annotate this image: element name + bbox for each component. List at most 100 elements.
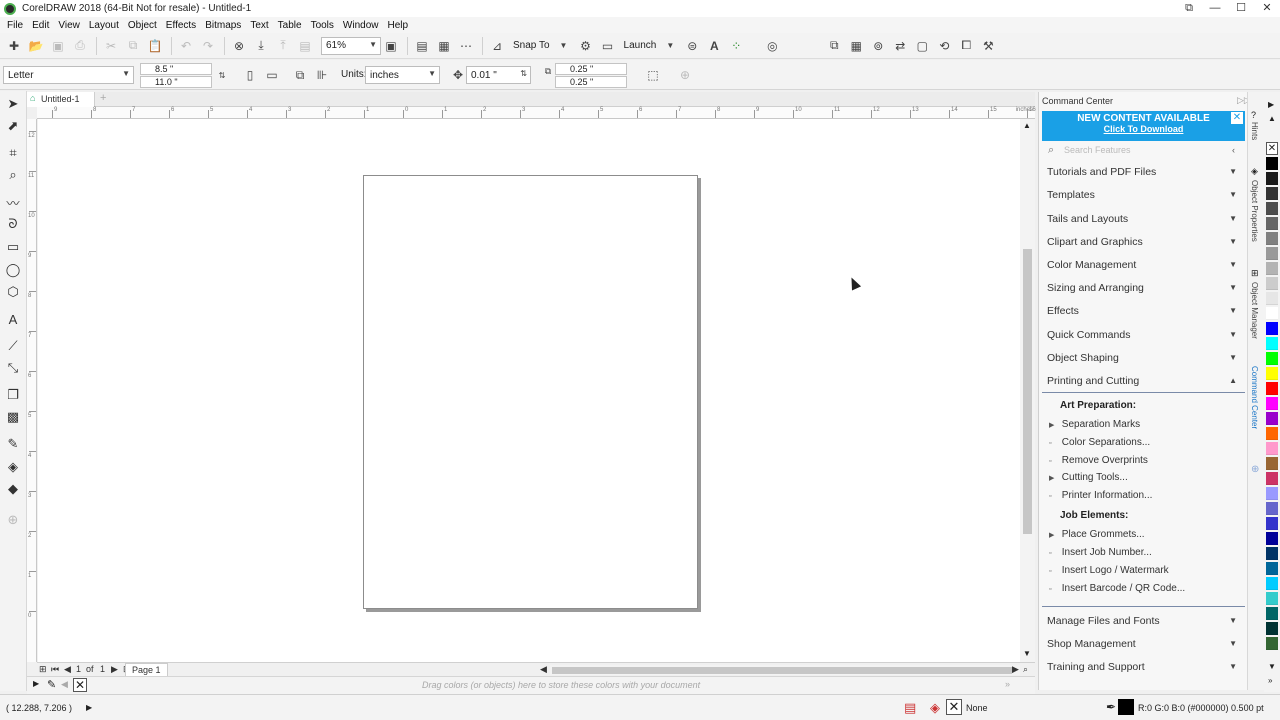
no-color-swatch-icon[interactable]: ✕ xyxy=(1266,142,1278,155)
restore-panel-icon[interactable]: ⧉ xyxy=(1176,0,1202,17)
color-swatch[interactable] xyxy=(1266,622,1278,635)
item-cutting-tools[interactable]: ▶ Cutting Tools... xyxy=(1049,472,1128,483)
scroll-down-icon[interactable]: ▼ xyxy=(1268,662,1276,671)
item-insert-barcode[interactable]: ▫ Insert Barcode / QR Code... xyxy=(1049,583,1185,594)
section-tutorials[interactable]: Tutorials and PDF Files ▼ xyxy=(1042,161,1245,183)
page-height-field[interactable]: 11.0 " xyxy=(140,76,212,88)
menu-layout[interactable]: Layout xyxy=(89,20,119,31)
eyedropper-tool-icon[interactable]: ✎ xyxy=(4,435,22,453)
add-page-before-icon[interactable]: ⊞ xyxy=(39,664,47,675)
item-insert-job-number[interactable]: ▫ Insert Job Number... xyxy=(1049,547,1152,558)
horizontal-scrollbar[interactable] xyxy=(550,665,1020,675)
color-swatch[interactable] xyxy=(1266,322,1278,335)
color-swatch[interactable] xyxy=(1266,232,1278,245)
pick-tool-icon[interactable]: ➤ xyxy=(4,95,22,113)
options-gear-icon[interactable]: ⚙ xyxy=(576,36,596,56)
show-grid-icon[interactable]: ▦ xyxy=(434,36,454,56)
item-insert-logo-watermark[interactable]: ▫ Insert Logo / Watermark xyxy=(1049,565,1169,576)
transform-icon[interactable]: ⇄ xyxy=(890,36,910,56)
scroll-down-icon[interactable]: ▼ xyxy=(1023,649,1031,658)
item-printer-information[interactable]: ▫ Printer Information... xyxy=(1049,490,1152,501)
all-pages-icon[interactable]: ⧉ xyxy=(290,65,310,85)
new-document-icon[interactable]: ✚ xyxy=(4,36,24,56)
docker-tab-command-center[interactable]: Command Center xyxy=(1250,366,1259,429)
item-separation-marks[interactable]: ▶ Separation Marks xyxy=(1049,419,1140,430)
color-swatch[interactable] xyxy=(1266,637,1278,650)
freehand-tool-icon[interactable]: 〰 xyxy=(4,193,22,211)
scroll-left-icon[interactable]: ◀ xyxy=(61,679,68,690)
scroll-right-icon[interactable]: ▶ xyxy=(1012,664,1019,675)
page-1-tab[interactable]: Page 1 xyxy=(125,663,168,676)
snap-to-icon[interactable]: ⊿ xyxy=(487,36,507,56)
paste-icon[interactable]: 📋 xyxy=(145,36,165,56)
color-swatch[interactable] xyxy=(1266,412,1278,425)
color-swatch[interactable] xyxy=(1266,472,1278,485)
undo-icon[interactable]: ↶ xyxy=(176,36,196,56)
import-icon[interactable]: ⤓ xyxy=(251,36,271,56)
minimize-button[interactable]: — xyxy=(1202,0,1228,17)
parallel-dimension-icon[interactable]: ⟋ xyxy=(4,337,22,355)
zoom-level-combo[interactable]: 61% ▼ xyxy=(321,36,381,55)
export-icon[interactable]: ⤒ xyxy=(273,36,293,56)
docker-tab-object-properties[interactable]: Object Properties xyxy=(1250,180,1259,242)
nudge-distance-field[interactable]: 0.01 " ⇅ xyxy=(466,66,531,84)
color-swatch[interactable] xyxy=(1266,577,1278,590)
page-width-field[interactable]: 8.5 " xyxy=(140,63,212,75)
convert-icon[interactable]: ⟲ xyxy=(934,36,954,56)
status-flyout-icon[interactable]: ▶ xyxy=(86,703,92,712)
color-swatch[interactable] xyxy=(1266,502,1278,515)
menu-table[interactable]: Table xyxy=(278,20,302,31)
scroll-up-icon[interactable]: ▲ xyxy=(1023,121,1031,130)
color-swatch[interactable] xyxy=(1266,262,1278,275)
open-folder-icon[interactable]: 📂 xyxy=(26,36,46,56)
color-swatch[interactable] xyxy=(1266,307,1278,320)
current-page-icon[interactable]: ⊪ xyxy=(312,65,332,85)
menu-view[interactable]: View xyxy=(58,20,80,31)
launch-label[interactable]: Launch xyxy=(624,40,657,51)
color-swatch[interactable] xyxy=(1266,517,1278,530)
portrait-icon[interactable]: ▯ xyxy=(240,65,260,85)
section-shop-management[interactable]: Shop Management ▼ xyxy=(1042,633,1245,655)
transparency-tool-icon[interactable]: ▩ xyxy=(4,408,22,426)
palette-more-icon[interactable]: » xyxy=(1268,676,1272,685)
ellipse-tool-icon[interactable]: ◯ xyxy=(4,261,22,279)
new-content-banner[interactable]: NEW CONTENT AVAILABLE Click To Download … xyxy=(1042,111,1245,141)
drop-shadow-icon[interactable]: ❐ xyxy=(4,386,22,404)
effects-icon[interactable]: ⊚ xyxy=(868,36,888,56)
color-swatch[interactable] xyxy=(1266,442,1278,455)
fill-none-swatch-icon[interactable]: ✕ xyxy=(946,699,962,715)
vertical-ruler[interactable]: 12 11 10 9 8 7 6 5 4 3 2 1 0 xyxy=(27,119,37,662)
welcome-screen-icon[interactable]: ◎ xyxy=(762,36,782,56)
docker-tab-hints[interactable]: Hints xyxy=(1250,122,1259,140)
full-screen-preview-icon[interactable]: ▣ xyxy=(381,36,401,56)
arrange-icon[interactable]: ⧉ xyxy=(824,36,844,56)
new-tab-plus-icon[interactable]: + xyxy=(100,92,106,104)
banner-download-link[interactable]: Click To Download xyxy=(1042,124,1245,134)
document-palette[interactable]: ▶ ✎ ◀ ✕ Drag colors (or objects) here to… xyxy=(27,676,1035,694)
color-swatch[interactable] xyxy=(1266,202,1278,215)
publish-pdf-icon[interactable]: ▤ xyxy=(295,36,315,56)
item-remove-overprints[interactable]: ▫ Remove Overprints xyxy=(1049,455,1148,466)
dimension-lock-icon[interactable]: ⇅ xyxy=(212,65,232,85)
color-swatch[interactable] xyxy=(1266,382,1278,395)
fit-page-icon[interactable]: ▢ xyxy=(912,36,932,56)
page-size-combo[interactable]: Letter ▼ xyxy=(3,66,134,84)
horizontal-ruler[interactable]: inches 9 8 7 6 5 4 3 2 1 0 1 2 3 4 5 6 7 8 9 10 11 12 13 14 15 16… xyxy=(37,107,1075,119)
rectangle-tool-icon[interactable]: ▭ xyxy=(4,238,22,256)
close-button[interactable]: ✕ xyxy=(1254,0,1280,17)
smart-fill-icon[interactable]: ◆ xyxy=(4,480,22,498)
menu-text[interactable]: Text xyxy=(250,20,268,31)
item-place-grommets[interactable]: ▶ Place Grommets... xyxy=(1049,529,1145,540)
search-features-input[interactable]: ⌕ Search Features ‹ xyxy=(1042,142,1245,158)
docker-tab-object-manager[interactable]: Object Manager xyxy=(1250,282,1259,339)
color-swatch[interactable] xyxy=(1266,607,1278,620)
show-guidelines-icon[interactable]: ⋯ xyxy=(456,36,476,56)
print-icon[interactable]: ⎙ xyxy=(70,36,90,56)
color-swatch[interactable] xyxy=(1266,352,1278,365)
vertical-scrollbar[interactable]: ▲ ▼ xyxy=(1020,119,1035,662)
scroll-left-icon[interactable]: ◀ xyxy=(540,664,547,675)
chevron-left-icon[interactable]: ‹ xyxy=(1232,142,1235,158)
color-swatch[interactable] xyxy=(1266,487,1278,500)
search-content-icon[interactable]: ⊗ xyxy=(229,36,249,56)
group-icon[interactable]: ▦ xyxy=(846,36,866,56)
